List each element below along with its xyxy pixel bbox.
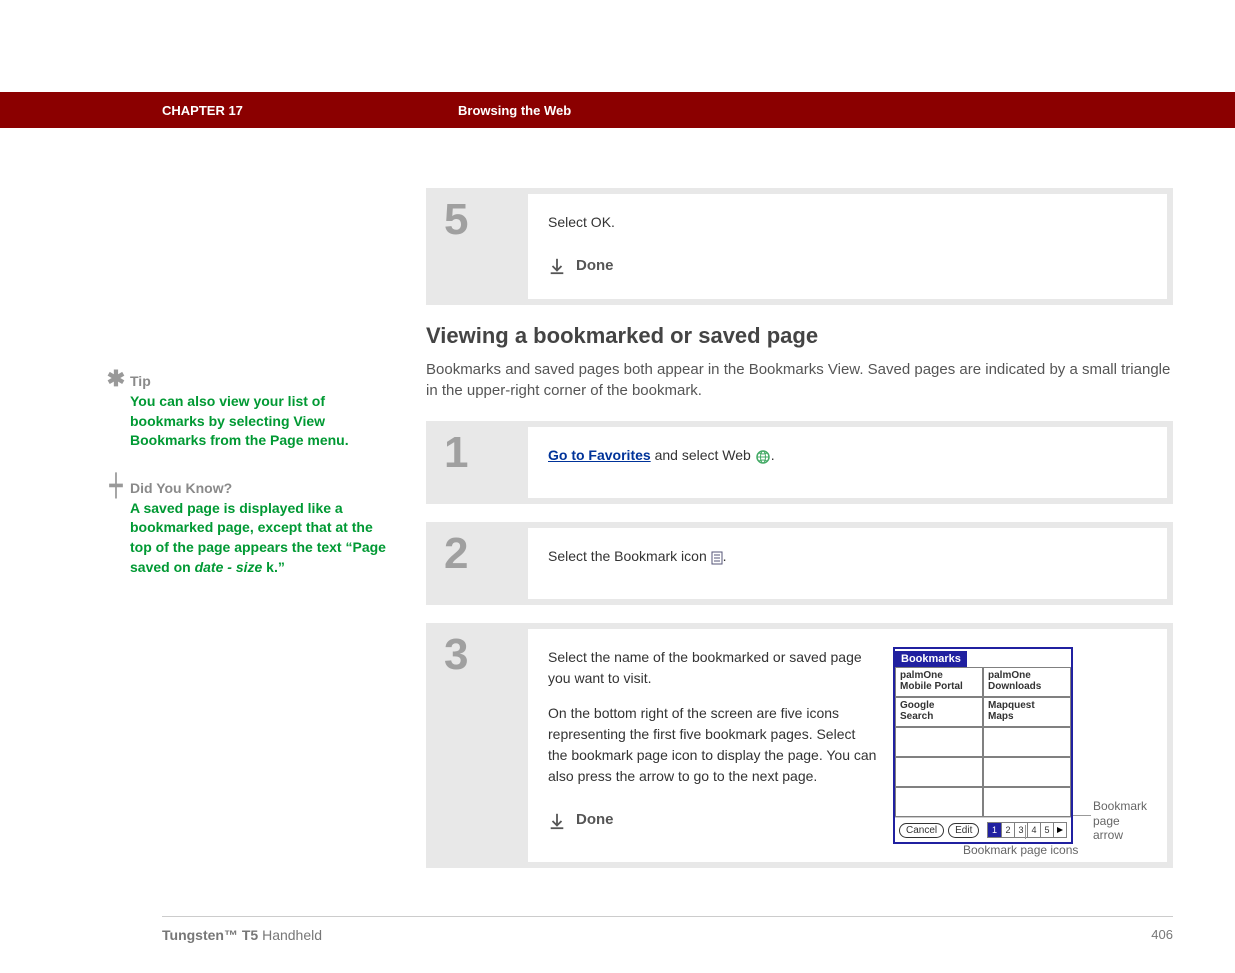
product-name: Tungsten™ T5 Handheld <box>162 927 322 943</box>
bookmark-list-icon <box>711 551 723 565</box>
dyk-title: Did You Know? <box>130 480 232 496</box>
palm-page-4: 4 <box>1027 823 1040 837</box>
step3-p2: On the bottom right of the screen are fi… <box>548 703 877 787</box>
sidebar: ✱ Tip You can also view your list of boo… <box>130 188 426 886</box>
step-3: 3 Select the name of the bookmarked or s… <box>426 623 1173 868</box>
palm-page-arrow <box>1053 823 1066 837</box>
step1-rest: and select Web <box>651 447 755 463</box>
web-globe-icon <box>755 449 771 465</box>
palm-bookmarks-window: Bookmarks palmOne Mobile Portal palmOne … <box>893 647 1073 844</box>
bookmark-cell-empty <box>983 787 1071 817</box>
callout-arrow: Bookmark page arrow <box>1093 799 1153 842</box>
footer: Tungsten™ T5 Handheld 406 <box>162 916 1173 973</box>
bookmark-cell-empty <box>983 757 1071 787</box>
bookmark-cell: palmOne Downloads <box>983 667 1071 697</box>
go-to-favorites-link[interactable]: Go to Favorites <box>548 447 651 463</box>
main-column: 5 Select OK. Done Viewing a bookmarked o… <box>426 188 1173 886</box>
step-number: 1 <box>444 431 528 475</box>
asterisk-icon: ✱ <box>102 368 130 390</box>
step3-p1: Select the name of the bookmarked or sav… <box>548 647 877 689</box>
callout-icons: Bookmark page icons <box>963 843 1078 857</box>
done-indicator: Done <box>548 255 614 278</box>
step2-text: Select the Bookmark icon . <box>548 546 1147 567</box>
palm-edit-button: Edit <box>948 823 979 838</box>
page-number: 406 <box>1151 927 1173 943</box>
dyk-italic: date - size <box>195 559 263 575</box>
bookmark-cell-empty <box>895 787 983 817</box>
step2-post: . <box>723 548 727 564</box>
palm-page-5: 5 <box>1040 823 1053 837</box>
step-number: 2 <box>444 532 528 576</box>
bookmark-cell-empty <box>895 727 983 757</box>
step-number: 3 <box>444 633 528 677</box>
bookmark-cell-empty <box>895 757 983 787</box>
done-indicator: Done <box>548 809 614 832</box>
tip-block: ✱ Tip You can also view your list of boo… <box>130 368 396 451</box>
palm-page-1: 1 <box>988 823 1001 837</box>
down-arrow-end-icon <box>548 812 566 830</box>
bookmark-cell: Mapquest Maps <box>983 697 1071 727</box>
step-number: 5 <box>444 198 528 242</box>
bookmark-cell-empty <box>983 727 1071 757</box>
section-heading: Viewing a bookmarked or saved page <box>426 323 1173 349</box>
down-arrow-end-icon <box>548 257 566 275</box>
dyk-post: k.” <box>262 559 285 575</box>
step1-text: Go to Favorites and select Web . <box>548 445 1147 466</box>
bookmark-cell: palmOne Mobile Portal <box>895 667 983 697</box>
plus-icon: ┿ <box>102 475 130 497</box>
palm-pager: 1 2 3 4 5 <box>987 822 1067 838</box>
step-5: 5 Select OK. Done <box>426 188 1173 305</box>
palm-cancel-button: Cancel <box>899 823 944 838</box>
bookmark-cell: Google Search <box>895 697 983 727</box>
step5-text: Select OK. <box>548 212 1147 233</box>
did-you-know-block: ┿ Did You Know? A saved page is displaye… <box>130 475 396 577</box>
dyk-body: A saved page is displayed like a bookmar… <box>130 499 396 577</box>
bookmarks-screenshot: Bookmarks palmOne Mobile Portal palmOne … <box>877 647 1147 844</box>
tip-body: You can also view your list of bookmarks… <box>130 392 396 451</box>
section-intro: Bookmarks and saved pages both appear in… <box>426 359 1173 401</box>
chapter-band: CHAPTER 17 Browsing the Web <box>0 92 1235 128</box>
chapter-title: Browsing the Web <box>458 103 571 118</box>
step-2: 2 Select the Bookmark icon . <box>426 522 1173 605</box>
done-label: Done <box>576 255 614 278</box>
tip-title: Tip <box>130 373 151 389</box>
done-label: Done <box>576 809 614 832</box>
step1-period: . <box>771 447 775 463</box>
step-1: 1 Go to Favorites and select Web . <box>426 421 1173 504</box>
palm-page-2: 2 <box>1001 823 1014 837</box>
step2-pre: Select the Bookmark icon <box>548 548 711 564</box>
palm-title: Bookmarks <box>895 651 967 667</box>
chapter-number: CHAPTER 17 <box>162 103 458 118</box>
